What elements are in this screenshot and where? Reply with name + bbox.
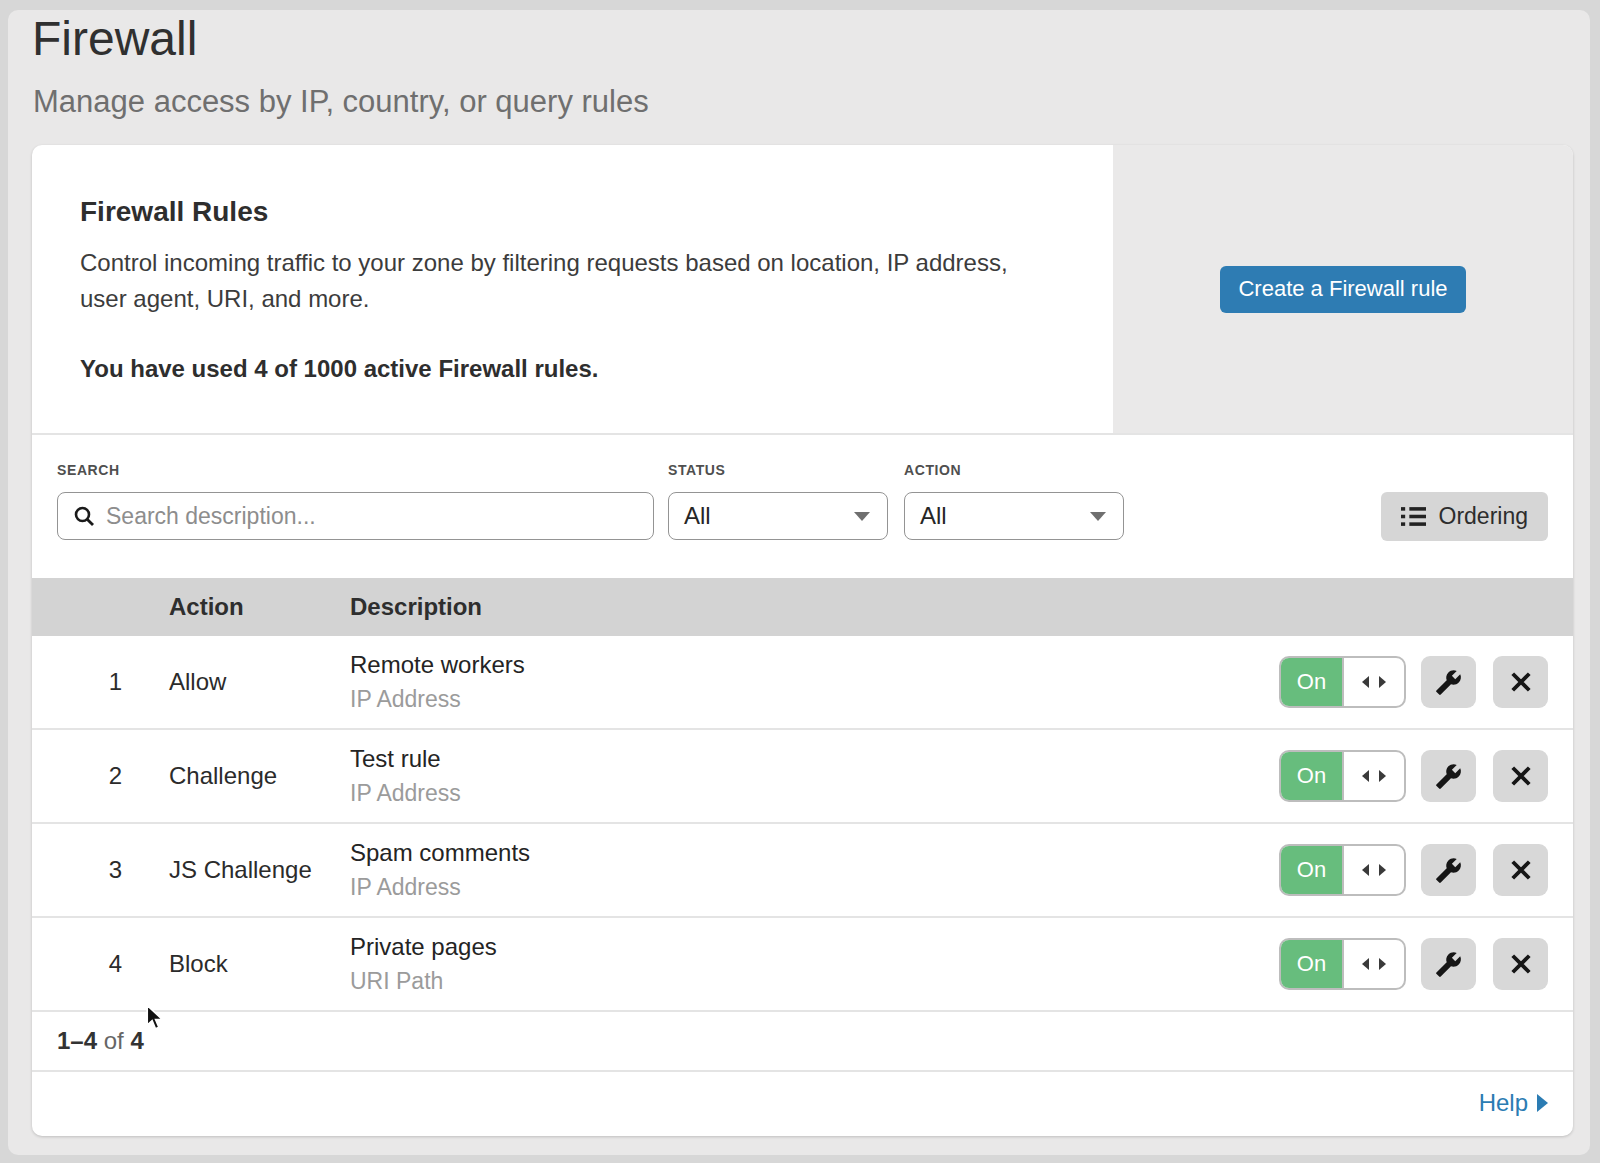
status-select[interactable]: All	[668, 492, 888, 540]
action-select[interactable]: All	[904, 492, 1124, 540]
status-value: All	[684, 502, 854, 530]
rule-action: Block	[169, 950, 350, 978]
toggle-on-label: On	[1281, 846, 1344, 894]
rule-description: Private pages	[350, 933, 497, 961]
search-label: SEARCH	[57, 462, 120, 478]
search-input[interactable]	[106, 503, 643, 530]
column-action: Action	[169, 593, 350, 621]
toggle-arrows-icon	[1344, 658, 1404, 706]
ordering-button[interactable]: Ordering	[1381, 492, 1548, 541]
rule-row: 3 JS Challenge Spam comments IP Address …	[32, 824, 1573, 918]
rule-row: 1 Allow Remote workers IP Address On	[32, 636, 1573, 730]
column-description: Description	[350, 593, 482, 621]
rule-description: Remote workers	[350, 651, 525, 679]
rule-criteria: IP Address	[350, 686, 525, 713]
close-icon	[1510, 671, 1532, 693]
rule-criteria: IP Address	[350, 780, 461, 807]
overview-heading: Firewall Rules	[80, 195, 1113, 229]
wrench-icon	[1435, 669, 1462, 696]
toggle-arrows-icon	[1344, 752, 1404, 800]
edit-rule-button[interactable]	[1421, 750, 1476, 802]
help-arrow-icon	[1537, 1094, 1548, 1112]
ordering-list-icon	[1401, 505, 1426, 528]
action-label: ACTION	[904, 462, 961, 478]
delete-rule-button[interactable]	[1493, 844, 1548, 896]
rule-action: JS Challenge	[169, 856, 350, 884]
rule-action: Allow	[169, 668, 350, 696]
overview-usage: You have used 4 of 1000 active Firewall …	[80, 355, 1113, 383]
rule-criteria: IP Address	[350, 874, 530, 901]
toggle-on-label: On	[1281, 752, 1344, 800]
help-link[interactable]: Help	[1479, 1089, 1548, 1117]
edit-rule-button[interactable]	[1421, 938, 1476, 990]
toggle-arrows-icon	[1344, 940, 1404, 988]
close-icon	[1510, 953, 1532, 975]
rule-enabled-toggle[interactable]: On	[1279, 750, 1406, 802]
firewall-rules-card: Firewall Rules Control incoming traffic …	[32, 145, 1573, 1136]
ordering-label: Ordering	[1439, 503, 1528, 530]
rule-priority: 2	[32, 762, 169, 790]
toggle-arrows-icon	[1344, 846, 1404, 894]
create-firewall-rule-button[interactable]: Create a Firewall rule	[1220, 266, 1465, 313]
page-background: Firewall Manage access by IP, country, o…	[8, 10, 1590, 1155]
wrench-icon	[1435, 857, 1462, 884]
pagination-range: 1–4	[57, 1027, 97, 1055]
wrench-icon	[1435, 763, 1462, 790]
overview-description: Control incoming traffic to your zone by…	[80, 245, 1040, 317]
status-label: STATUS	[668, 462, 726, 478]
delete-rule-button[interactable]	[1493, 750, 1548, 802]
rule-row: 2 Challenge Test rule IP Address On	[32, 730, 1573, 824]
edit-rule-button[interactable]	[1421, 844, 1476, 896]
wrench-icon	[1435, 951, 1462, 978]
rule-priority: 1	[32, 668, 169, 696]
mouse-cursor	[146, 1004, 170, 1032]
toggle-on-label: On	[1281, 658, 1344, 706]
chevron-down-icon	[1090, 512, 1106, 521]
search-icon	[73, 505, 96, 528]
page-title: Firewall	[32, 4, 197, 74]
rules-table-body: 1 Allow Remote workers IP Address On 2 C…	[32, 636, 1573, 1012]
pagination: 1–4 of 4	[32, 1012, 1573, 1072]
close-icon	[1510, 859, 1532, 881]
create-rule-panel: Create a Firewall rule	[1113, 145, 1573, 433]
overview-section: Firewall Rules Control incoming traffic …	[32, 145, 1573, 435]
rule-action: Challenge	[169, 762, 350, 790]
rule-priority: 4	[32, 950, 169, 978]
close-icon	[1510, 765, 1532, 787]
rule-priority: 3	[32, 856, 169, 884]
page-subtitle: Manage access by IP, country, or query r…	[33, 82, 649, 122]
rule-description: Spam comments	[350, 839, 530, 867]
help-row: Help	[32, 1072, 1573, 1133]
rule-row: 4 Block Private pages URI Path On	[32, 918, 1573, 1012]
delete-rule-button[interactable]	[1493, 938, 1548, 990]
chevron-down-icon	[854, 512, 870, 521]
edit-rule-button[interactable]	[1421, 656, 1476, 708]
delete-rule-button[interactable]	[1493, 656, 1548, 708]
rule-criteria: URI Path	[350, 968, 497, 995]
rule-enabled-toggle[interactable]: On	[1279, 844, 1406, 896]
filters-bar: SEARCH STATUS All ACTION All Ordering	[32, 435, 1573, 578]
rule-description: Test rule	[350, 745, 461, 773]
pagination-total: 4	[130, 1027, 143, 1055]
rule-enabled-toggle[interactable]: On	[1279, 938, 1406, 990]
rule-enabled-toggle[interactable]: On	[1279, 656, 1406, 708]
toggle-on-label: On	[1281, 940, 1344, 988]
table-header: Action Description	[32, 578, 1573, 636]
action-value: All	[920, 502, 1090, 530]
search-box[interactable]	[57, 492, 654, 540]
